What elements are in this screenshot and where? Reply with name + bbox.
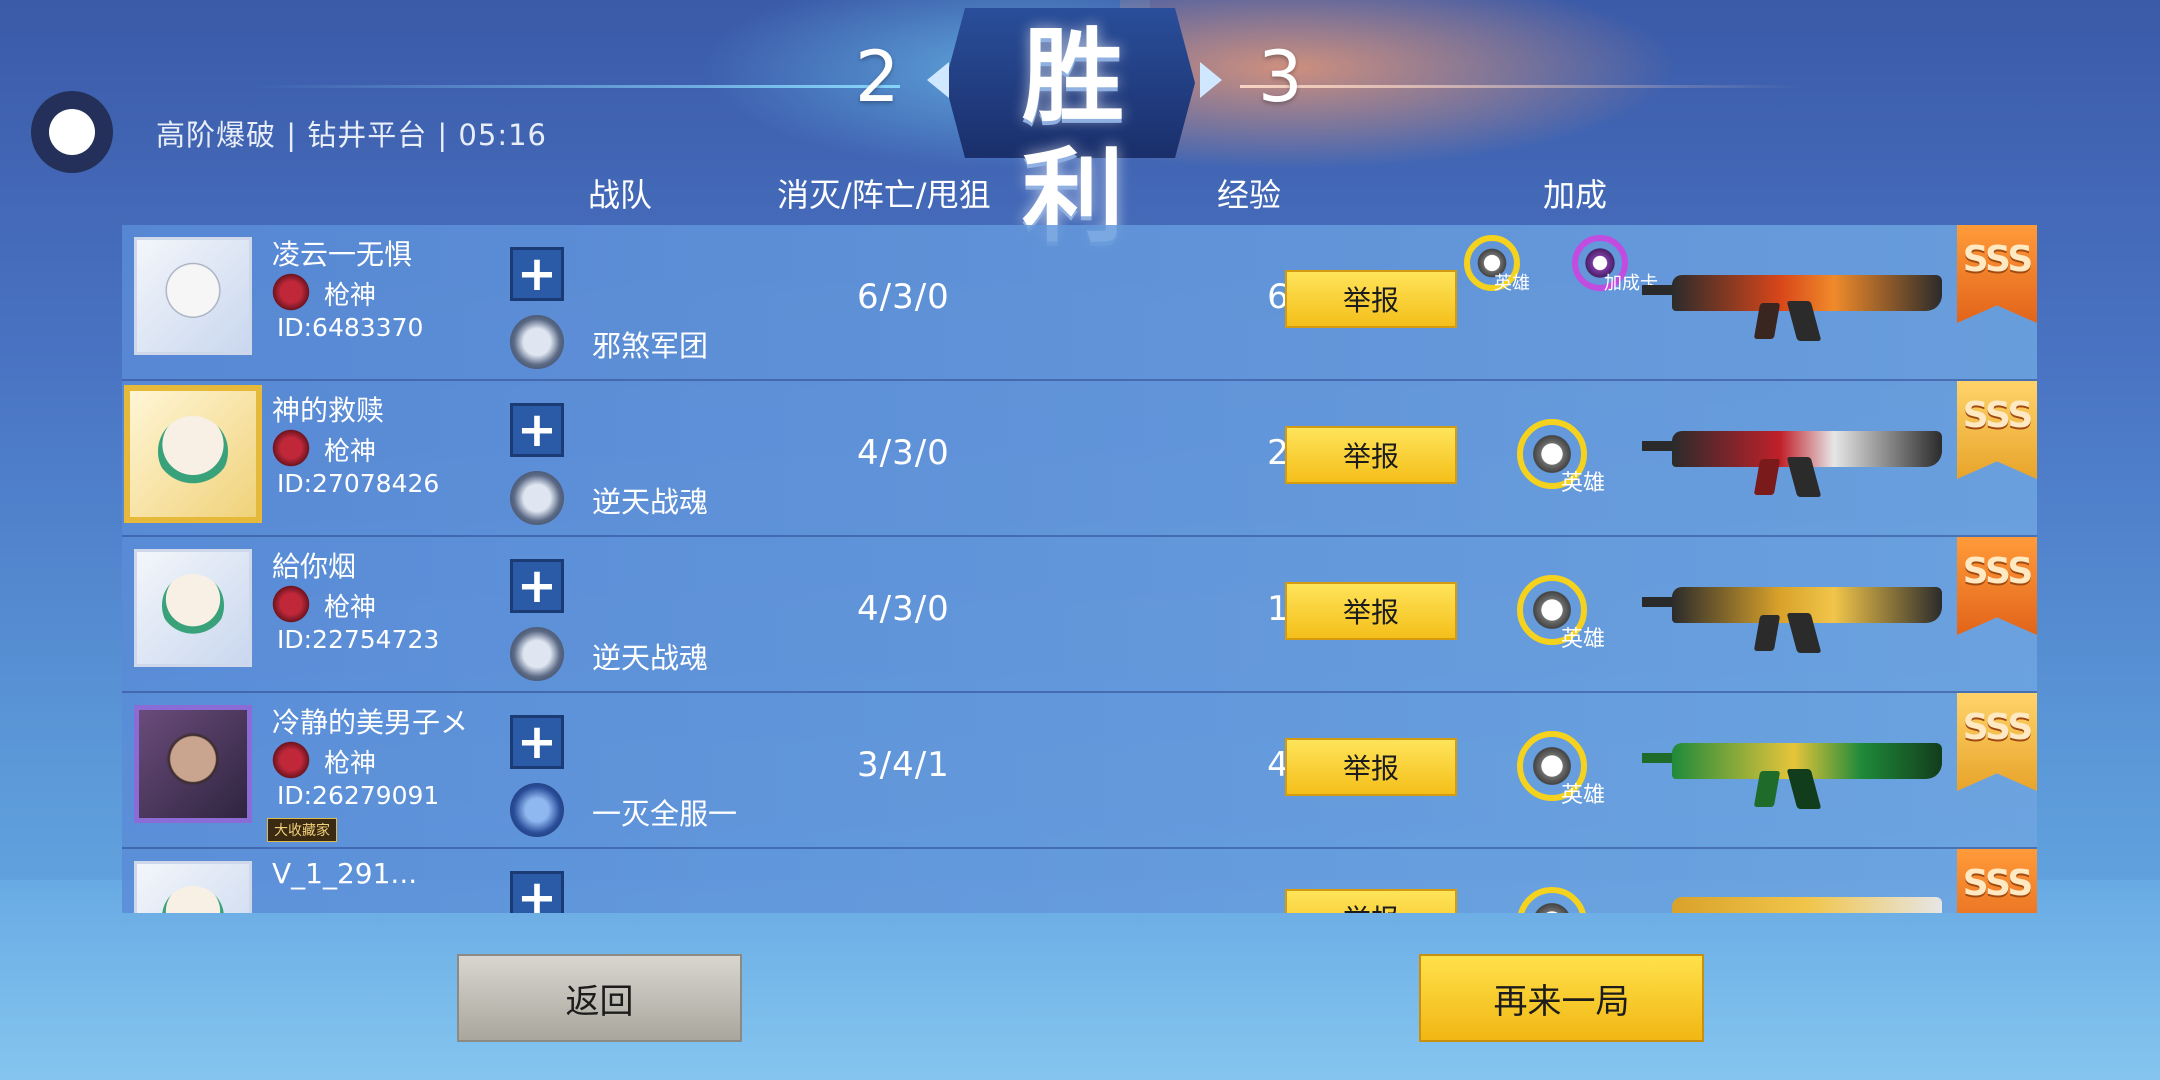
plus-icon: + [516, 870, 558, 913]
kda-value: 3/4/1 [857, 745, 950, 785]
plus-icon: + [516, 558, 558, 614]
avatar-image [161, 574, 225, 638]
player-name: 神的救赎 [272, 394, 385, 427]
team-emblem-icon [510, 315, 564, 369]
tier-badge: SSS [1957, 537, 2037, 635]
arrow-right-icon [1200, 62, 1222, 98]
player-rank: 枪神 [324, 593, 377, 623]
player-row: 神的救赎 枪神 ID:27078426 + 逆天战魂 4/3/0 277 举报 … [122, 381, 2037, 537]
player-name: 冷静的美男子メ [272, 706, 469, 739]
team-name: 邪煞军团 [592, 329, 709, 363]
avatar[interactable] [134, 237, 252, 355]
bonus-label: 英雄 [1561, 783, 1606, 808]
player-name: 給你烟 [272, 550, 357, 583]
report-button[interactable]: 举报 [1285, 270, 1457, 328]
team-emblem-icon [510, 627, 564, 681]
weapon-image [1642, 555, 1962, 655]
scoreboard-list[interactable]: 凌云一无惧 枪神 ID:6483370 + 邪煞军团 6/3/0 695 举报 … [122, 225, 2037, 913]
arrow-left-icon [927, 62, 949, 98]
player-rank: 枪神 [324, 437, 377, 467]
team-name: 逆天战魂 [592, 641, 709, 675]
rank-icon [268, 585, 314, 623]
team-name: 逆天战魂 [592, 485, 709, 519]
plus-icon: + [516, 714, 558, 770]
plus-icon: + [516, 246, 558, 302]
victory-banner: 胜利 [925, 0, 1225, 257]
bonus-label: 英雄 [1561, 471, 1606, 496]
hero-bonus-icon [1517, 887, 1587, 913]
player-id: ID:22754723 [277, 625, 440, 654]
player-row: V_1_291... + 举报 SSS [122, 849, 2037, 913]
player-row: 凌云一无惧 枪神 ID:6483370 + 邪煞军团 6/3/0 695 举报 … [122, 225, 2037, 381]
column-header-exp: 经验 [1217, 176, 1282, 214]
player-id: ID:6483370 [277, 313, 424, 342]
team-emblem-icon [510, 471, 564, 525]
weapon-image [1642, 399, 1962, 499]
add-friend-button[interactable]: + [510, 247, 564, 301]
plus-icon: + [516, 402, 558, 458]
score-left: 2 [855, 36, 900, 118]
banner-line-right [1240, 85, 1800, 88]
player-id: ID:26279091 [277, 781, 440, 810]
kda-value: 6/3/0 [857, 277, 950, 317]
add-friend-button[interactable]: + [510, 403, 564, 457]
column-header-kda: 消灭/阵亡/甩狙 [777, 176, 991, 214]
avatar[interactable] [124, 385, 262, 523]
weapon-image [1642, 711, 1962, 811]
add-friend-button[interactable]: + [510, 559, 564, 613]
avatar[interactable] [134, 861, 252, 913]
tier-badge: SSS [1957, 381, 2037, 479]
weapon-image [1642, 243, 1962, 343]
player-name: V_1_291... [272, 857, 418, 890]
back-button[interactable]: 返回 [457, 954, 742, 1042]
column-header-team: 战队 [588, 176, 653, 214]
add-friend-button[interactable]: + [510, 715, 564, 769]
avatar[interactable] [134, 549, 252, 667]
play-again-button[interactable]: 再来一局 [1419, 954, 1704, 1042]
report-button[interactable]: 举报 [1285, 582, 1457, 640]
avatar-image [157, 416, 229, 487]
bonus-label: 英雄 [1494, 273, 1530, 294]
avatar[interactable] [134, 705, 252, 823]
score-right: 3 [1258, 36, 1303, 118]
avatar-image [161, 886, 225, 913]
bonus-label: 英雄 [1561, 627, 1606, 652]
tier-badge: SSS [1957, 225, 2037, 323]
tier-badge: SSS [1957, 693, 2037, 791]
kda-value: 4/3/0 [857, 433, 950, 473]
column-header-bonus: 加成 [1543, 176, 1608, 214]
rank-icon [268, 741, 314, 779]
weapon-image [1662, 867, 1962, 913]
avatar-image [162, 731, 224, 793]
add-friend-button[interactable]: + [510, 871, 564, 913]
player-rank: 枪神 [324, 281, 377, 311]
player-row: 冷静的美男子メ 枪神 ID:26279091 大收藏家 + 一灭全服一 3/4/… [122, 693, 2037, 849]
team-emblem-icon [510, 783, 564, 837]
report-button[interactable]: 举报 [1285, 426, 1457, 484]
avatar-image [161, 262, 225, 326]
player-name: 凌云一无惧 [272, 238, 413, 271]
report-button[interactable]: 举报 [1285, 738, 1457, 796]
rank-icon [268, 429, 314, 467]
player-id: ID:27078426 [277, 469, 440, 498]
team-name: 一灭全服一 [592, 797, 738, 831]
result-title: 胜利 [1022, 18, 1128, 257]
tier-badge: SSS [1957, 849, 2037, 913]
report-button[interactable]: 举报 [1285, 889, 1457, 913]
player-row: 給你烟 枪神 ID:22754723 + 逆天战魂 4/3/0 110 举报 英… [122, 537, 2037, 693]
rank-icon [268, 273, 314, 311]
collector-badge: 大收藏家 [267, 818, 337, 842]
match-info: 高阶爆破 | 钻井平台 | 05:16 [156, 118, 547, 152]
kda-value: 4/3/0 [857, 589, 950, 629]
banner-line-left [250, 85, 900, 88]
player-rank: 枪神 [324, 749, 377, 779]
record-icon [49, 109, 95, 155]
record-button[interactable] [31, 91, 113, 173]
